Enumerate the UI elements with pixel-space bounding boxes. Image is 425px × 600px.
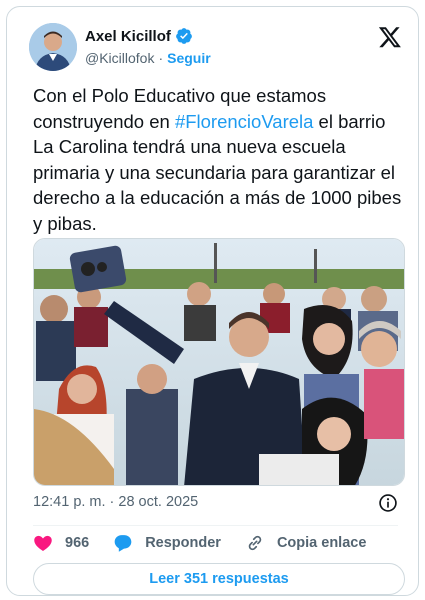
tweet-card: Axel Kicillof @Kicillofok · Seguir Con e… [6, 6, 419, 596]
author-handle[interactable]: @Kicillofok [85, 50, 154, 66]
follow-button[interactable]: Seguir [167, 50, 211, 66]
tweet-time: 12:41 p. m. [33, 494, 106, 510]
copy-link-button[interactable]: Copia enlace [245, 533, 366, 553]
action-bar: 966 Responder Copia enlace [33, 533, 390, 553]
hashtag-link[interactable]: #FlorencioVarela [175, 111, 313, 132]
copy-link-label: Copia enlace [276, 535, 367, 551]
reply-bubble-icon [114, 535, 132, 552]
crowd-selfie-image [34, 239, 404, 485]
verified-badge-icon [175, 28, 192, 44]
read-replies-button[interactable]: Leer 351 respuestas [33, 563, 405, 595]
like-count: 966 [65, 535, 90, 551]
timestamp-separator: · [109, 494, 115, 510]
tweet-date: 28 oct. 2025 [118, 494, 199, 510]
link-icon [248, 535, 262, 551]
author-name[interactable]: Axel Kicillof [85, 28, 171, 45]
like-button[interactable]: 966 [33, 533, 89, 553]
reply-label: Responder [145, 535, 221, 551]
x-logo-icon[interactable] [378, 25, 402, 49]
tweet-photo[interactable] [33, 238, 405, 486]
handle-separator: · [158, 50, 164, 66]
tweet-timestamp[interactable]: 12:41 p. m. · 28 oct. 2025 [33, 494, 198, 510]
heart-icon [34, 535, 52, 551]
tweet-text: Con el Polo Educativo que estamos constr… [33, 83, 403, 236]
reply-button[interactable]: Responder [113, 533, 221, 553]
avatar-image [29, 23, 77, 71]
avatar[interactable] [29, 23, 77, 71]
info-icon[interactable] [378, 493, 398, 513]
divider [33, 525, 398, 526]
